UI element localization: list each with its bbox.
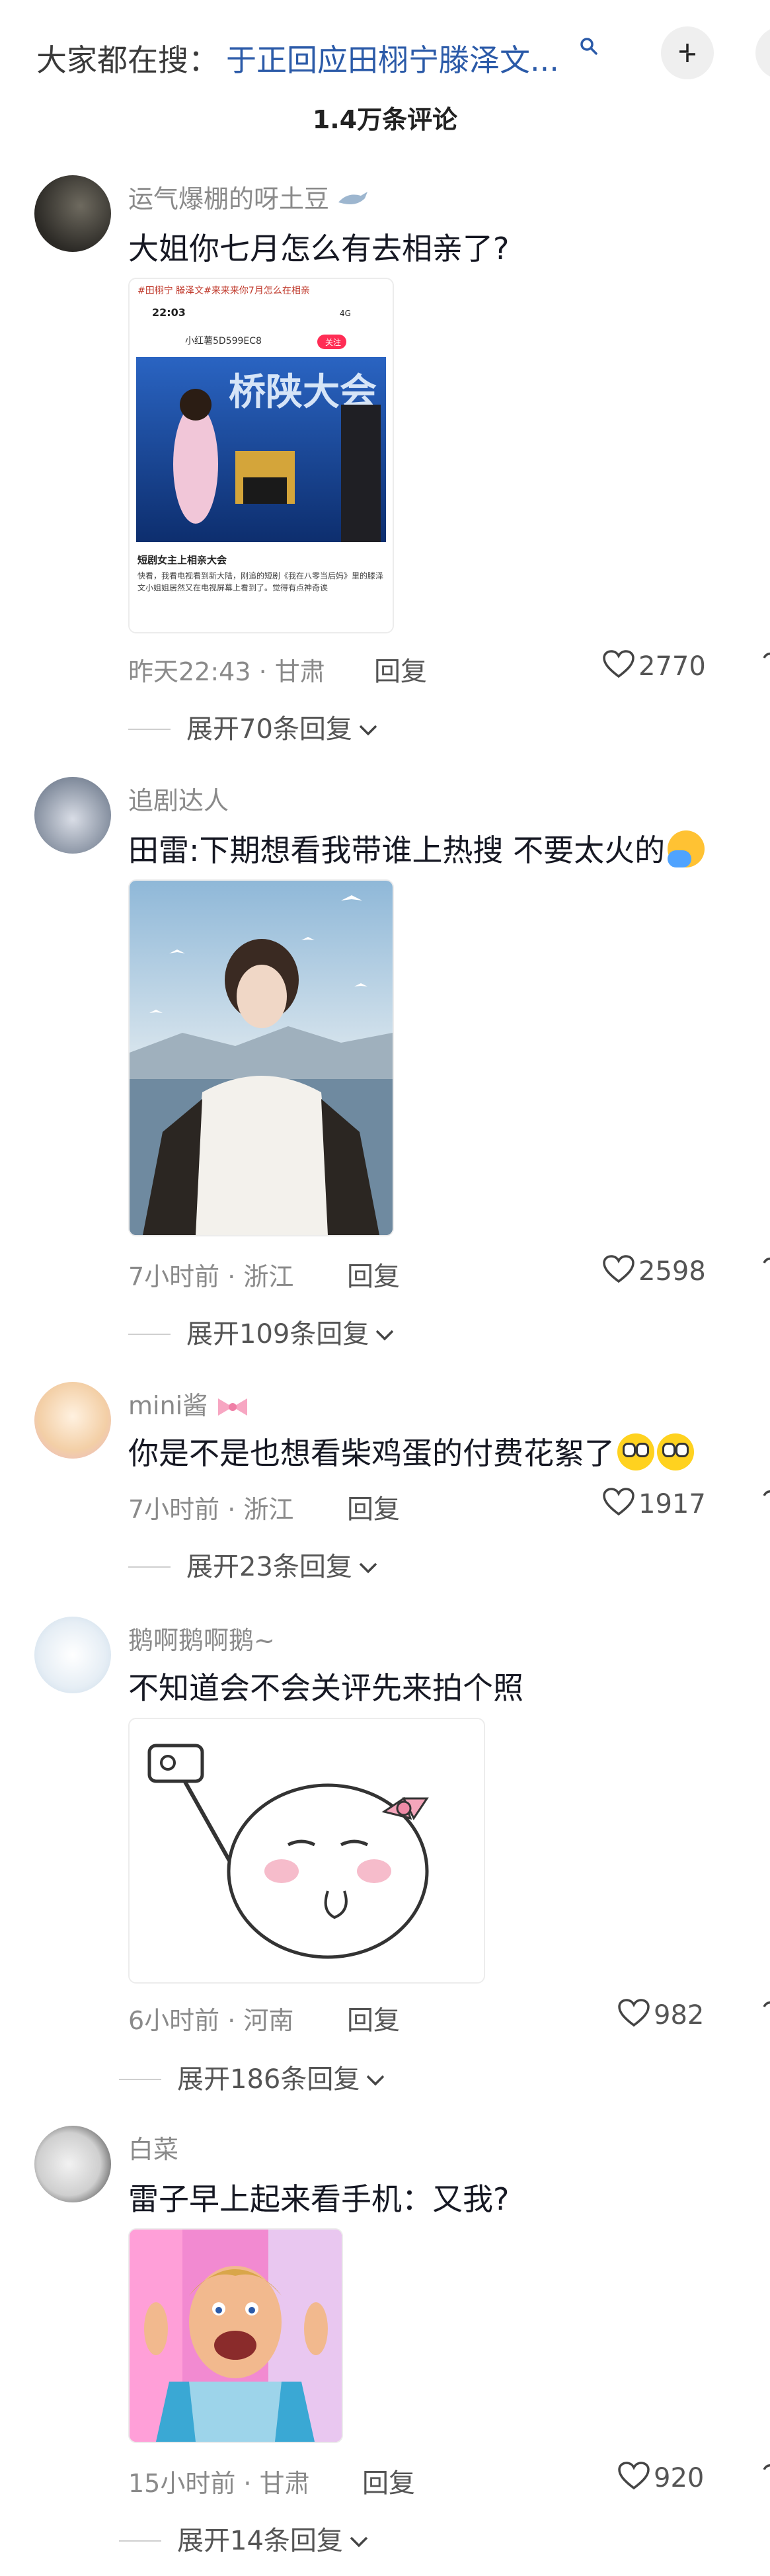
comment-meta: 昨天22:43 · 甘肃 [128,657,325,686]
expand-replies[interactable]: 展开23条回复 [128,1545,379,1584]
search-prefix: 大家都在搜： [36,42,219,78]
divider [119,2079,161,2080]
like-button[interactable]: 982 [618,1999,704,2031]
avatar[interactable] [34,2126,111,2202]
nickname-text: 运气爆棚的呀土豆 [128,184,330,214]
comment-text: 大姐你七月怎么有去相亲了? [128,231,510,266]
heart-icon [763,653,770,659]
image-status-time: 22:03 [152,306,186,319]
bow-icon [218,1398,248,1416]
like-button[interactable]: 2770 [603,650,706,682]
comment-meta: 15小时前 · 甘肃 [128,2469,310,2498]
dolphin-badge-icon [338,192,368,204]
chevron-down-icon [359,1562,377,1574]
heart-icon [618,1999,650,2027]
avatar[interactable] [34,777,111,854]
like-count: 982 [654,2000,705,2031]
chevron-down-icon [350,2536,368,2548]
image-follow: 关注 [325,337,341,347]
like-count: 2598 [638,1256,706,1287]
heart-icon [763,1490,770,1496]
heart-icon [603,1255,635,1283]
search-icon[interactable] [579,36,599,56]
nickname-text: mini酱 [128,1391,208,1420]
comment-image[interactable]: #田栩宁 滕泽文#来来来你7月怎么在相亲 22:03 4G 小红薯5D599EC… [128,278,394,633]
image-caption-body: 快看，我看电视看到新大陆，刚追的短剧《我在八零当后妈》里的滕泽文小姐姐居然又在电… [137,571,384,592]
divider [128,729,171,730]
expand-replies[interactable]: 展开186条回复 [119,2058,386,2096]
comment-text-content: 田雷:下期想看我带谁上热搜 不要太火的 [128,832,666,868]
nickname[interactable]: 白菜 [128,2129,178,2165]
reply-button[interactable]: 回复 [347,1488,400,1526]
like-button[interactable]: 2598 [603,1255,706,1287]
top-bar: 大家都在搜： 于正回应田栩宁滕泽文... [0,0,770,106]
heart-icon [763,1258,770,1264]
comment-meta: 7小时前 · 浙江 [128,1262,294,1291]
eyes-emoji-icon [617,1433,654,1470]
comment-text: 不知道会不会关评先来拍个照 [128,1670,523,1706]
heart-icon [603,650,635,678]
search-suggestion-link[interactable]: 于正回应田栩宁滕泽文... [226,36,576,80]
reply-button[interactable]: 回复 [362,2462,415,2500]
like-button[interactable]: 1917 [603,1488,706,1519]
image-caption-title: 短剧女主上相亲大会 [137,554,227,566]
photo-image [130,881,393,1235]
image-account: 小红薯5D599EC8 [185,336,262,346]
expand-replies[interactable]: 展开70条回复 [128,707,379,746]
collapse-icon [679,44,695,62]
avatar[interactable] [34,1617,111,1693]
comment-count: 1.4万条评论 [312,105,458,134]
heart-icon [603,1488,635,1516]
close-button[interactable] [755,26,770,79]
divider [119,2540,161,2542]
image-status-right: 4G [340,309,351,318]
nickname[interactable]: mini酱 [128,1385,250,1422]
nickname[interactable]: 鹅啊鹅啊鹅~ [128,1620,275,1656]
comment-text-content: 你是不是也想看柴鸡蛋的付费花絮了 [128,1435,615,1471]
comment-meta: 7小时前 · 浙江 [128,1495,294,1524]
expand-text: 展开70条回复 [186,714,352,745]
heart-icon [763,2464,770,2470]
expand-text: 展开109条回复 [186,1319,369,1349]
cartoon-image [130,2230,342,2442]
comment-image[interactable] [128,879,394,1236]
sticker-image [130,1719,484,1982]
heart-icon [618,2462,650,2490]
expand-replies[interactable]: 展开109条回复 [128,1312,395,1351]
chevron-down-icon [367,2075,385,2086]
expand-text: 展开186条回复 [177,2064,360,2095]
image-header-tags: #田栩宁 滕泽文#来来来你7月怎么在相亲 [137,285,310,296]
reply-button[interactable]: 回复 [347,1255,400,1293]
collapse-button[interactable] [661,26,714,79]
comment-text: 雷子早上起来看手机：又我? [128,2181,510,2217]
divider [128,1566,171,1568]
reply-button[interactable]: 回复 [374,650,427,688]
like-count: 920 [654,2463,705,2493]
nickname[interactable]: 运气爆棚的呀土豆 [128,179,369,215]
reply-button[interactable]: 回复 [347,1999,400,2037]
expand-replies[interactable]: 展开14条回复 [119,2519,369,2557]
nickname[interactable]: 追剧达人 [128,780,229,817]
comment-image[interactable] [128,2228,343,2443]
hug-emoji-icon [668,830,705,867]
avatar[interactable] [34,1382,111,1459]
expand-text: 展开14条回复 [177,2526,343,2556]
comment-meta: 6小时前 · 河南 [128,2006,294,2035]
chevron-down-icon [359,725,377,736]
heart-icon [763,2001,770,2007]
comment-text: 田雷:下期想看我带谁上热搜 不要太火的 [128,826,705,870]
screenshot-image: #田栩宁 滕泽文#来来来你7月怎么在相亲 22:03 4G 小红薯5D599EC… [130,279,393,632]
eyes-emoji-icon [657,1433,694,1470]
comment-image[interactable] [128,1718,485,1984]
like-count: 2770 [638,651,706,682]
divider [128,1334,171,1335]
avatar[interactable] [34,175,111,252]
like-button[interactable]: 920 [618,2462,704,2493]
comment-text: 你是不是也想看柴鸡蛋的付费花絮了 [128,1429,694,1473]
expand-text: 展开23条回复 [186,1552,352,1582]
like-count: 1917 [638,1489,706,1519]
chevron-down-icon [376,1330,394,1341]
